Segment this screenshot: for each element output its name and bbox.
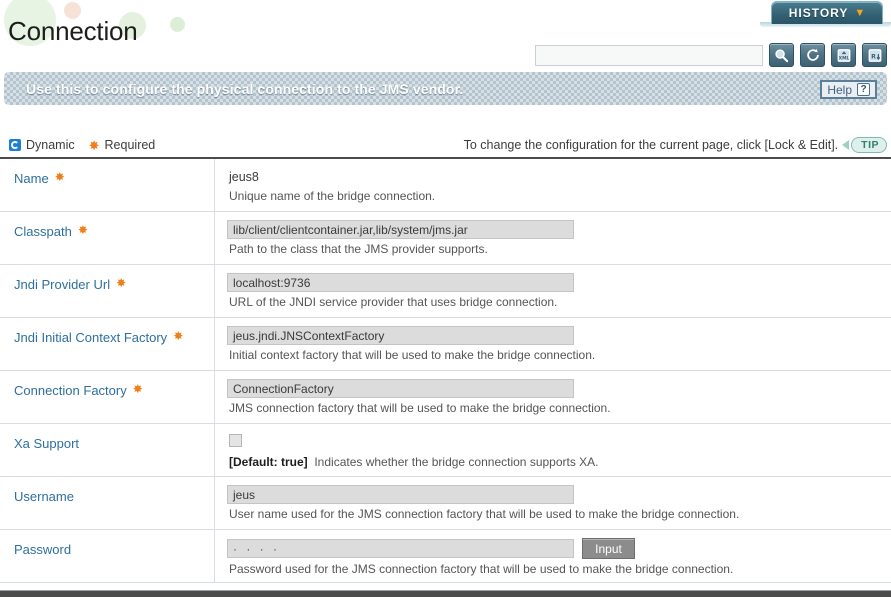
form-row: Jndi Provider Url ✸ localhost:9736 URL of t… xyxy=(0,265,891,318)
form-row: Name ✸ jeus8 Unique name of the bridge conn… xyxy=(0,159,891,212)
page-root: Connection HISTORY ▼ XML R Use this to c… xyxy=(0,0,891,597)
form-row-label-cell: Name ✸ xyxy=(0,159,215,211)
toolbar: XML R xyxy=(535,43,887,67)
form-row-value-cell: [Default: true] Indicates whether the br… xyxy=(215,424,891,476)
field-description: Password used for the JMS connection fac… xyxy=(229,562,734,576)
required-asterisk-icon: ✸ xyxy=(173,329,184,343)
form-row: Password · · · · Input Password used for th… xyxy=(0,530,891,583)
field-description: Initial context factory that will be use… xyxy=(229,348,596,362)
required-asterisk-icon: ✸ xyxy=(54,170,65,184)
page-title: Connection xyxy=(8,16,138,46)
export-xml-icon: XML xyxy=(837,48,850,62)
history-tab[interactable]: HISTORY ▼ xyxy=(771,1,883,24)
field-description: [Default: true] Indicates whether the br… xyxy=(227,455,891,469)
form-row-value-cell: jeus8 Unique name of the bridge connectio… xyxy=(215,159,891,211)
legend-dynamic: Dynamic xyxy=(9,138,75,152)
field-description: URL of the JNDI service provider that us… xyxy=(229,295,558,309)
field-input-disabled[interactable]: jeus.jndi.JNSContextFactory xyxy=(227,326,574,345)
export-xml-button[interactable]: XML xyxy=(831,43,856,67)
refresh-button[interactable] xyxy=(800,43,825,67)
form-row-value-cell: ConnectionFactory JMS connection factory … xyxy=(215,371,891,423)
legend-dynamic-label: Dynamic xyxy=(26,138,75,152)
field-default-value: [Default: true] xyxy=(229,455,308,469)
search-icon xyxy=(775,48,789,62)
refresh-icon xyxy=(806,48,819,61)
xa-support-checkbox[interactable] xyxy=(229,434,242,447)
field-value-readonly: jeus8 xyxy=(229,170,259,184)
svg-text:R: R xyxy=(871,53,876,60)
legend-required: ✸ Required xyxy=(89,138,156,152)
field-description: Unique name of the bridge connection. xyxy=(229,189,436,203)
form-row-label-cell: Username xyxy=(0,477,215,529)
export-report-button[interactable]: R xyxy=(862,43,887,67)
help-button[interactable]: Help ? xyxy=(820,80,877,99)
bottom-bar xyxy=(0,590,891,597)
lock-and-edit-hint: To change the configuration for the curr… xyxy=(463,138,839,152)
field-label-classpath[interactable]: Classpath xyxy=(14,224,72,239)
form-row-value-cell: lib/client/clientcontainer.jar,lib/syste… xyxy=(215,212,891,264)
page-header: Connection HISTORY ▼ xyxy=(0,0,891,46)
field-input-disabled[interactable]: jeus xyxy=(227,485,574,504)
form-row: Xa Support [Default: true] Indicates whet… xyxy=(0,424,891,477)
configuration-form: Name ✸ jeus8 Unique name of the bridge conn… xyxy=(0,159,891,583)
field-label-name[interactable]: Name xyxy=(14,171,49,186)
form-row-label-cell: Classpath ✸ xyxy=(0,212,215,264)
svg-text:XML: XML xyxy=(838,55,849,61)
search-input[interactable] xyxy=(535,44,763,66)
field-input-disabled[interactable]: lib/client/clientcontainer.jar,lib/syste… xyxy=(227,220,574,239)
required-asterisk-icon: ✸ xyxy=(77,223,88,237)
field-label-connection-factory[interactable]: Connection Factory xyxy=(14,383,127,398)
legend-row: Dynamic ✸ Required To change the configu… xyxy=(0,133,891,157)
dynamic-refresh-icon xyxy=(9,139,21,151)
legend-required-label: Required xyxy=(104,138,156,152)
field-description: JMS connection factory that will be used… xyxy=(229,401,611,415)
field-input-disabled[interactable]: ConnectionFactory xyxy=(227,379,574,398)
field-input-disabled[interactable]: localhost:9736 xyxy=(227,273,574,292)
question-mark-icon: ? xyxy=(857,83,870,96)
required-asterisk-icon: ✸ xyxy=(132,382,143,396)
field-label-password[interactable]: Password xyxy=(14,542,71,557)
legend-right-group: To change the configuration for the curr… xyxy=(464,137,891,153)
legend-left-group: Dynamic ✸ Required xyxy=(0,138,155,152)
field-description: Path to the class that the JMS provider … xyxy=(229,242,488,256)
tip-badge[interactable]: TIP xyxy=(851,137,887,153)
password-field-disabled[interactable]: · · · · xyxy=(227,539,574,558)
form-row-value-cell: jeus User name used for the JMS connectio… xyxy=(215,477,891,529)
form-row-label-cell: Jndi Initial Context Factory ✸ xyxy=(0,318,215,370)
password-control-group: · · · · Input xyxy=(227,538,891,559)
required-asterisk-icon: ✸ xyxy=(116,276,127,290)
form-row-label-cell: Connection Factory ✸ xyxy=(0,371,215,423)
history-tab-label: HISTORY xyxy=(788,6,849,20)
password-input-button[interactable]: Input xyxy=(582,538,635,559)
export-report-icon: R xyxy=(868,48,881,62)
required-asterisk-icon: ✸ xyxy=(88,137,100,153)
search-button[interactable] xyxy=(769,43,794,67)
form-row: Connection Factory ✸ ConnectionFactory JMS … xyxy=(0,371,891,424)
form-row-value-cell: jeus.jndi.JNSContextFactory Initial conte… xyxy=(215,318,891,370)
form-row: Username jeus User name used for the JMS c… xyxy=(0,477,891,530)
chevron-down-icon: ▼ xyxy=(854,6,866,19)
form-row-value-cell: localhost:9736 URL of the JNDI service pr… xyxy=(215,265,891,317)
form-row: Classpath ✸ lib/client/clientcontainer.jar… xyxy=(0,212,891,265)
form-row-label-cell: Password xyxy=(0,530,215,582)
field-description-text: Indicates whether the bridge connection … xyxy=(307,455,599,469)
form-row: Jndi Initial Context Factory ✸ jeus.jndi.J… xyxy=(0,318,891,371)
decorative-circle-small xyxy=(170,17,185,32)
field-label-jndi-initial-context-factory[interactable]: Jndi Initial Context Factory xyxy=(14,330,167,345)
info-banner-text: Use this to configure the physical conne… xyxy=(26,81,464,97)
field-label-username[interactable]: Username xyxy=(14,489,74,504)
help-button-label: Help xyxy=(827,82,852,97)
field-label-xa-support[interactable]: Xa Support xyxy=(14,436,79,451)
field-label-jndi-provider-url[interactable]: Jndi Provider Url xyxy=(14,277,110,292)
tip-arrow-icon xyxy=(842,140,850,150)
form-row-value-cell: · · · · Input Password used for the JMS co… xyxy=(215,530,891,582)
form-row-label-cell: Xa Support xyxy=(0,424,215,476)
form-row-label-cell: Jndi Provider Url ✸ xyxy=(0,265,215,317)
field-description: User name used for the JMS connection fa… xyxy=(229,507,740,521)
